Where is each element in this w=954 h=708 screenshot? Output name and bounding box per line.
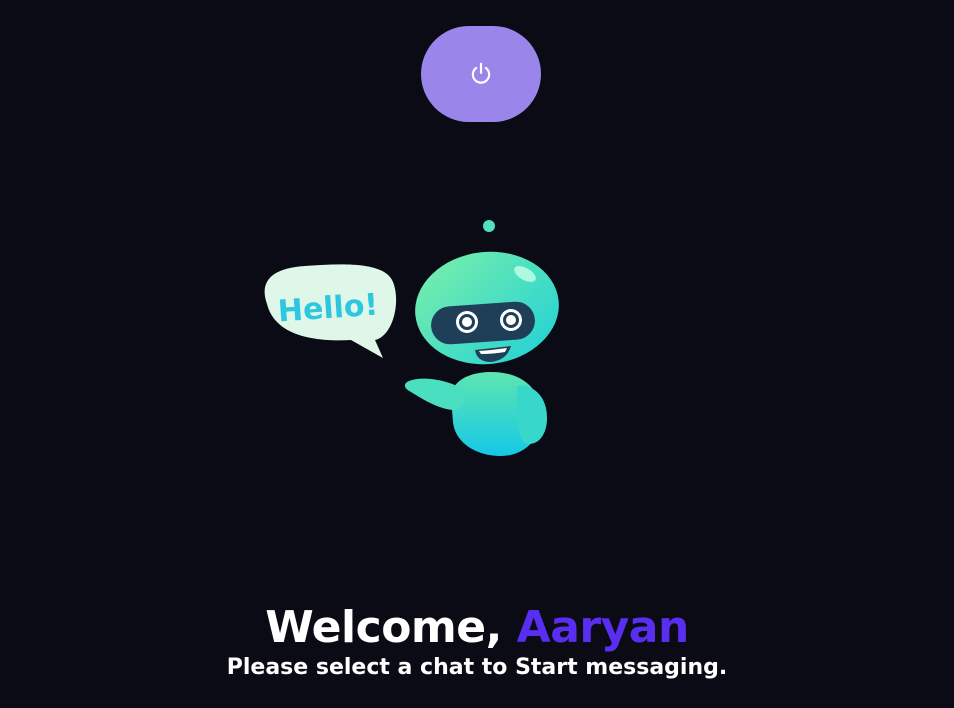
welcome-greeting: Welcome,	[265, 602, 517, 653]
welcome-heading: Welcome, Aaryan	[0, 598, 954, 658]
user-name: Aaryan	[516, 602, 690, 653]
speech-bubble-text: Hello!	[277, 288, 380, 330]
logout-button[interactable]	[421, 26, 541, 122]
speech-bubble: Hello!	[264, 264, 397, 358]
power-icon	[471, 62, 491, 84]
robot-illustration: Hello!	[264, 220, 559, 456]
chat-placeholder-page: Hello! Welcome, Aaryan Please select a c…	[0, 0, 954, 708]
welcome-subtitle: Please select a chat to Start messaging.	[226, 655, 728, 680]
